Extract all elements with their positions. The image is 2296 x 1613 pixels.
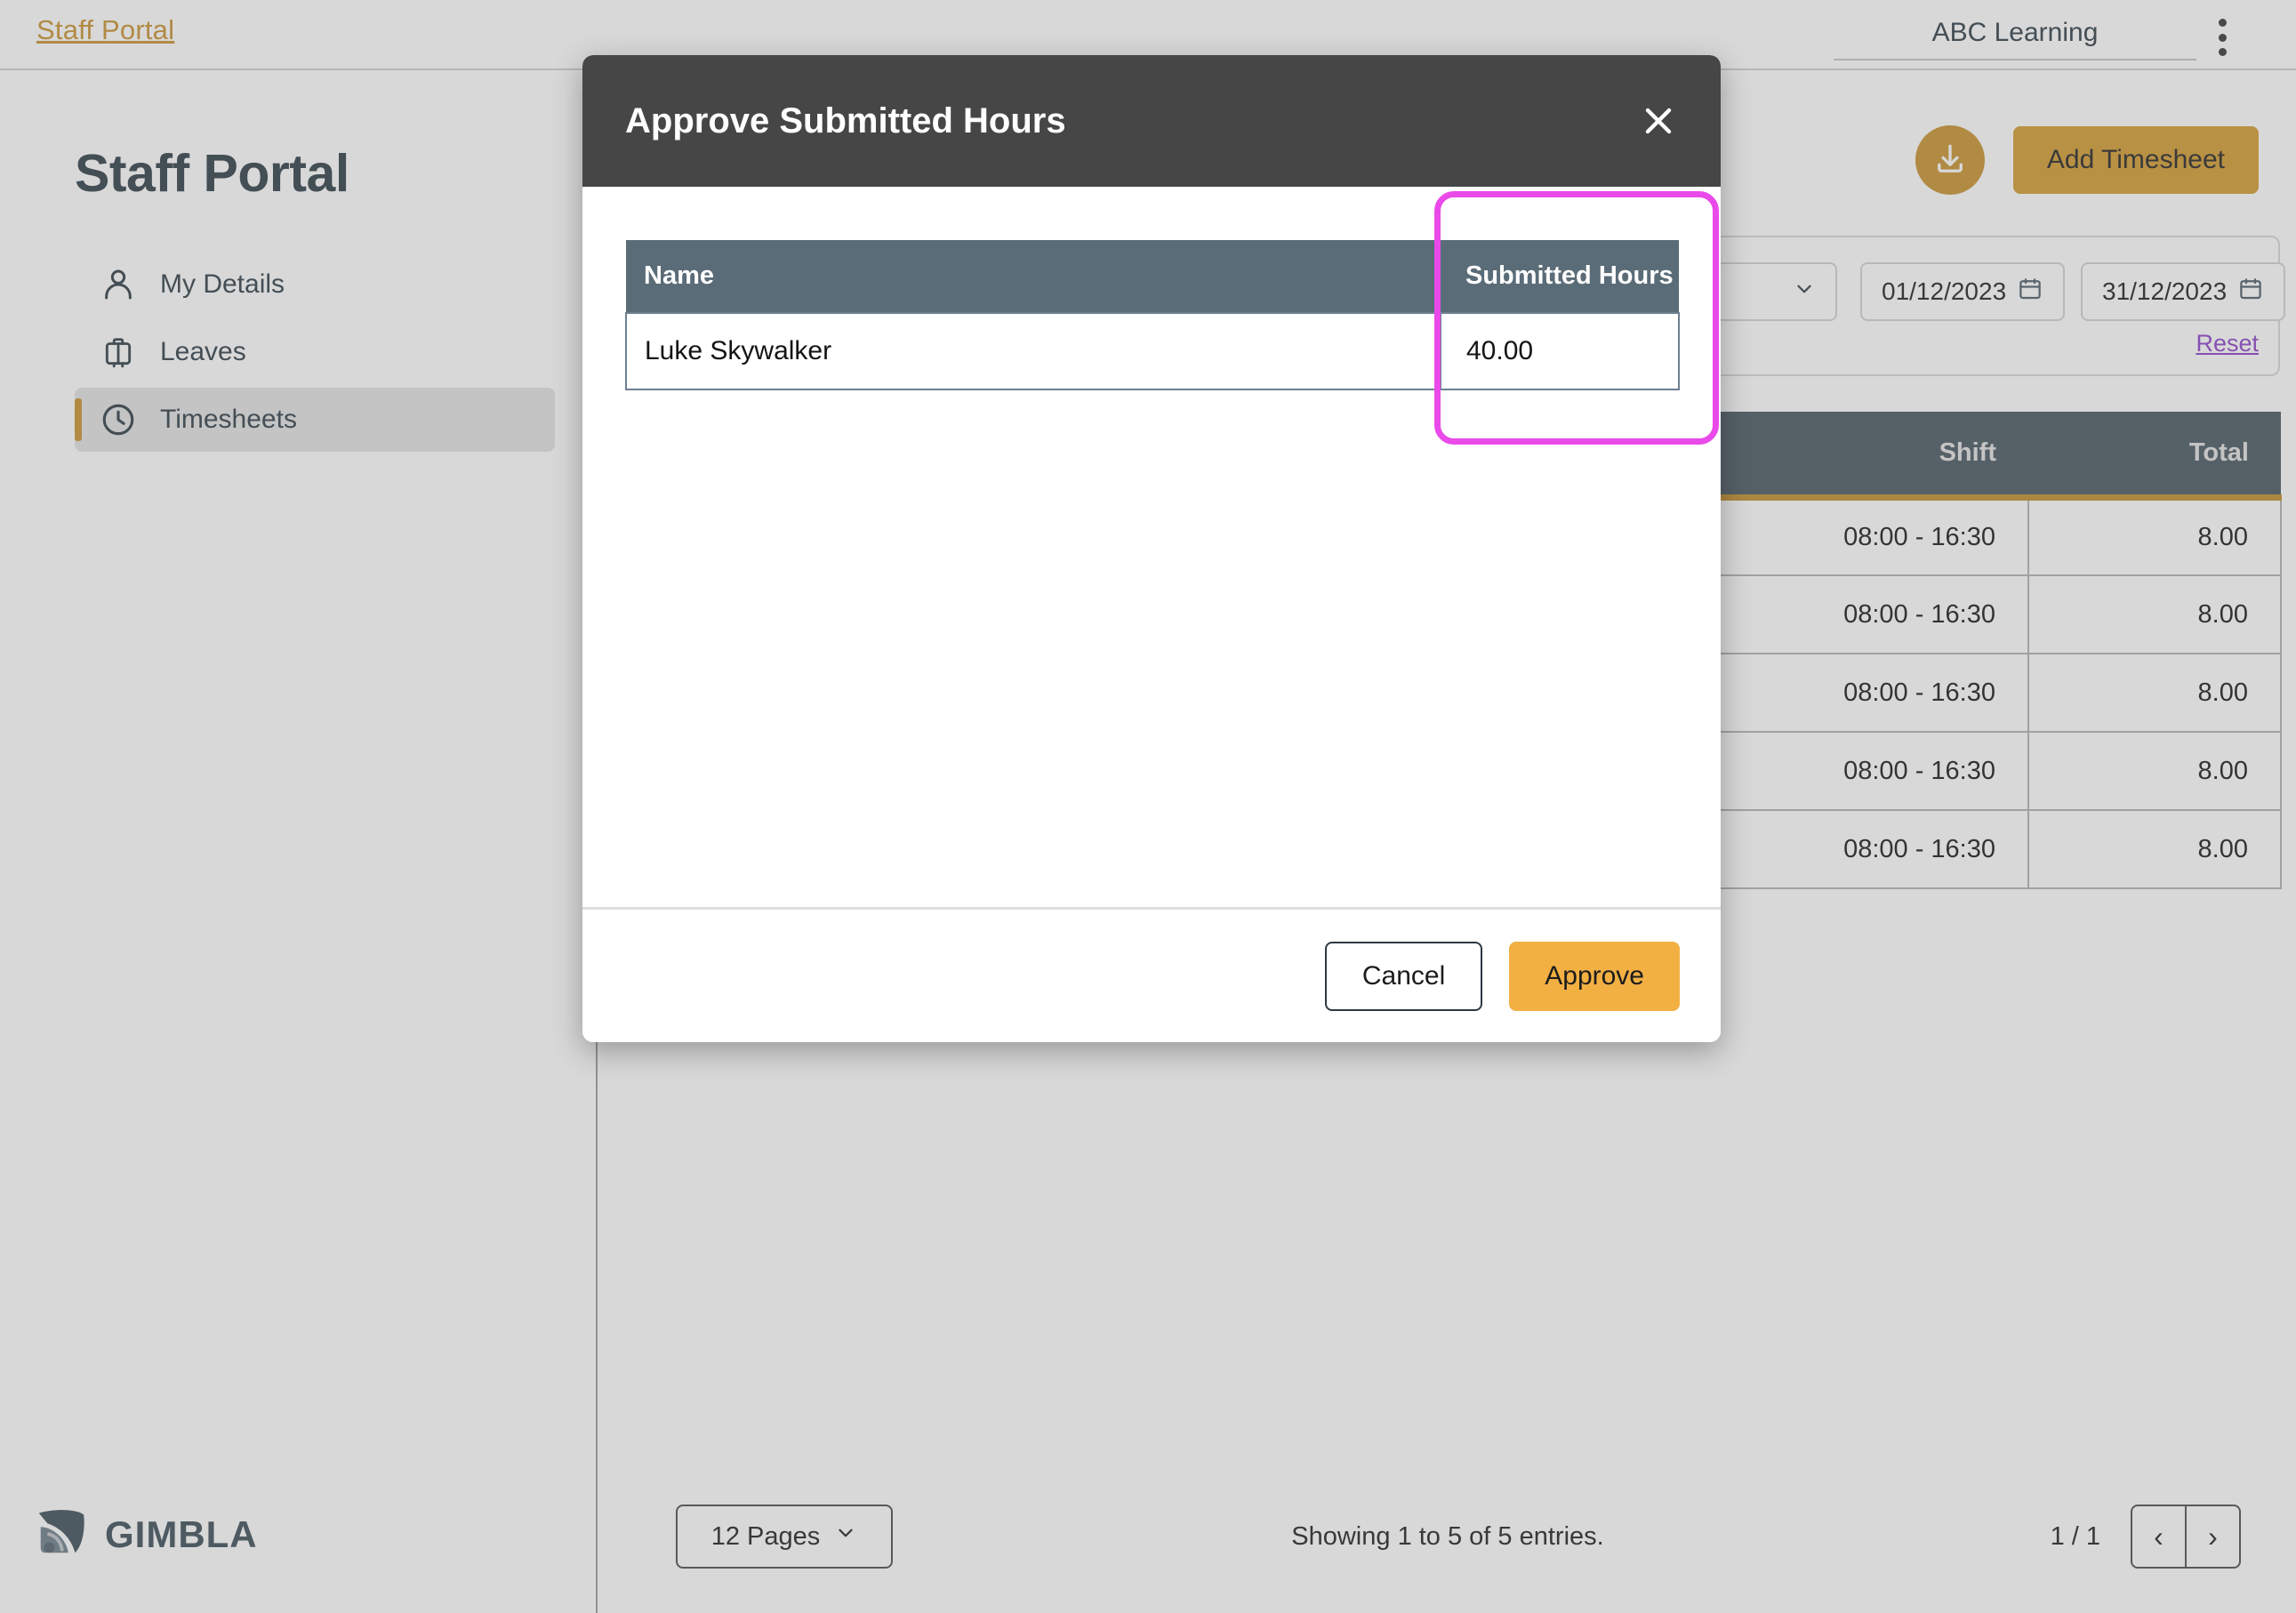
approve-submitted-hours-dialog: Approve Submitted Hours Name Submitted H… bbox=[582, 55, 1721, 1042]
cell-name: Luke Skywalker bbox=[625, 312, 1441, 390]
submitted-hours-table: Name Submitted Hours Luke Skywalker 40.00 bbox=[625, 240, 1680, 390]
cancel-button[interactable]: Cancel bbox=[1324, 941, 1483, 1011]
cell-submitted-hours: 40.00 bbox=[1440, 312, 1680, 390]
table-header-row: Name Submitted Hours bbox=[626, 240, 1679, 313]
table-row: Luke Skywalker 40.00 bbox=[625, 312, 1680, 390]
column-header-name: Name bbox=[626, 240, 1441, 313]
close-icon[interactable] bbox=[1637, 100, 1680, 142]
dialog-header: Approve Submitted Hours bbox=[582, 55, 1721, 187]
dialog-footer: Cancel Approve bbox=[582, 907, 1721, 1042]
dialog-body: Name Submitted Hours Luke Skywalker 40.00 bbox=[582, 187, 1721, 907]
dialog-title: Approve Submitted Hours bbox=[625, 100, 1066, 140]
approve-button[interactable]: Approve bbox=[1509, 941, 1680, 1011]
column-header-submitted-hours: Submitted Hours bbox=[1441, 240, 1679, 313]
